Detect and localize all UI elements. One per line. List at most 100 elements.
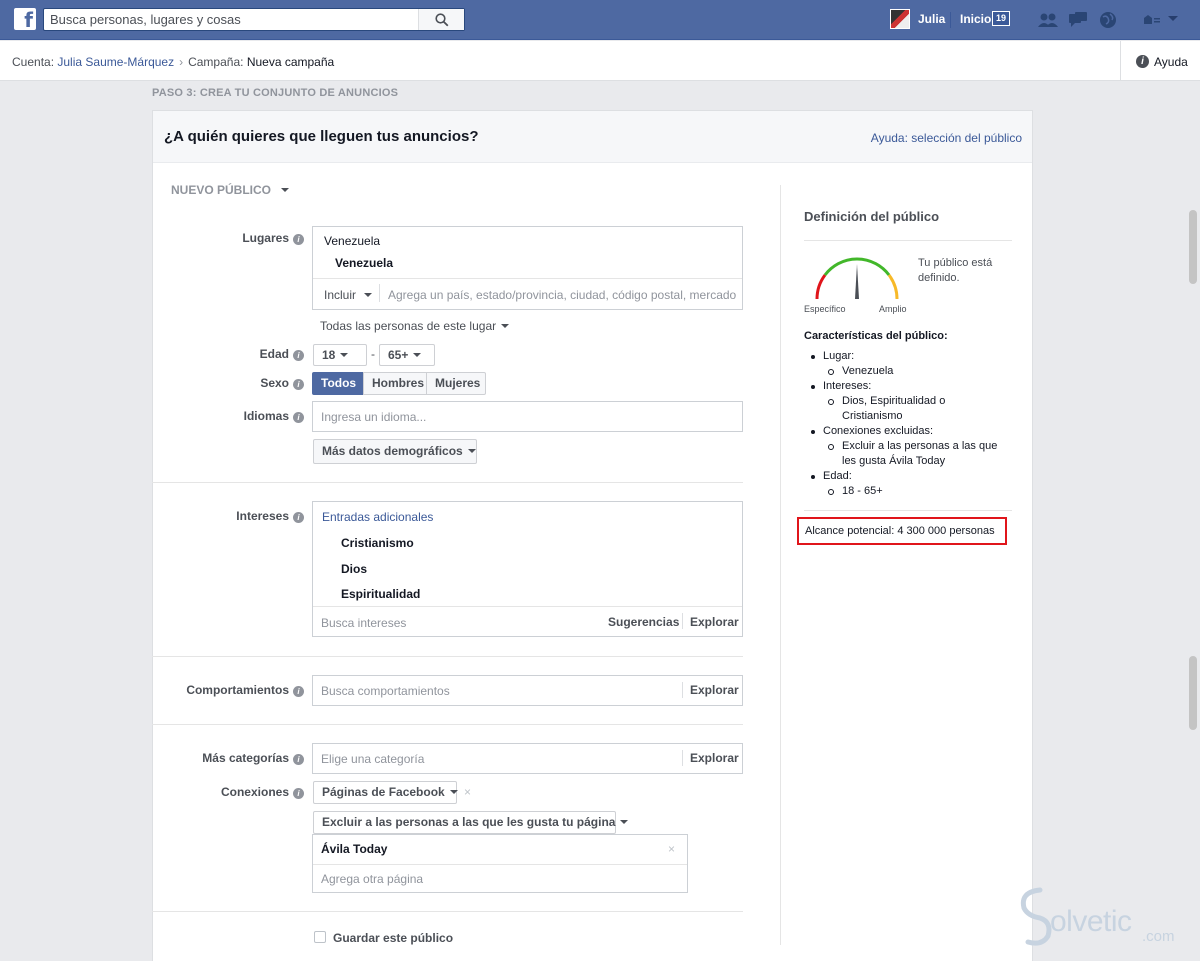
characteristic-label: Lugar: <box>823 350 855 362</box>
interests-suggestions-button[interactable]: Sugerencias <box>608 615 679 629</box>
gender-all-button[interactable]: Todos <box>312 372 363 395</box>
notifications-globe-icon[interactable] <box>1097 10 1119 30</box>
home-link[interactable]: Inicio <box>960 12 991 26</box>
behaviors-search-input[interactable]: Busca comportamientos <box>321 684 450 698</box>
age-separator: - <box>371 347 375 361</box>
age-min-value: 18 <box>322 348 336 362</box>
location-people-filter-dropdown[interactable]: Todas las personas de este lugar <box>320 319 510 333</box>
scrollbar-thumb[interactable] <box>1189 656 1197 730</box>
scrollbar-thumb[interactable] <box>1189 210 1197 284</box>
chevron-down-icon <box>281 188 290 192</box>
gender-women-button[interactable]: Mujeres <box>426 372 486 395</box>
more-categories-select[interactable]: Elige una categoría <box>321 752 424 766</box>
breadcrumb-campaign-name: Nueva campaña <box>246 55 335 69</box>
location-selected-item[interactable]: Venezuela <box>335 256 393 270</box>
remove-page-close-icon[interactable]: × <box>668 842 675 856</box>
potential-reach-highlight: Alcance potencial: 4 300 000 personas <box>797 517 1007 545</box>
connection-page-item[interactable]: Ávila Today <box>321 842 387 856</box>
vertical-divider <box>682 613 683 629</box>
connections-exclude-dropdown[interactable]: Excluir a las personas a las que les gus… <box>313 811 629 834</box>
breadcrumb-account-link[interactable]: Julia Saume-Márquez <box>57 55 174 69</box>
interests-header-link[interactable]: Entradas adicionales <box>322 510 433 524</box>
locations-label: Lugares i <box>200 231 304 245</box>
search-icon <box>435 13 449 27</box>
age-max-value: 65+ <box>388 348 409 362</box>
breadcrumb-bar: Cuenta: Julia Saume-Márquez › Campaña: Nue… <box>0 41 1200 81</box>
search-input[interactable] <box>50 12 420 27</box>
age-min-dropdown[interactable]: 18 <box>313 344 367 366</box>
more-categories-label: Más categorías i <box>150 751 304 765</box>
audience-help-link[interactable]: Ayuda: selección del público <box>871 131 1022 145</box>
chevron-down-icon <box>449 790 458 794</box>
potential-reach-text: Alcance potencial: 4 300 000 personas <box>805 525 995 537</box>
info-icon[interactable]: i <box>293 788 304 799</box>
interests-browse-button[interactable]: Explorar <box>690 615 739 629</box>
help-icon: i <box>1136 55 1149 68</box>
search-box <box>43 8 465 31</box>
more-demographics-button[interactable]: Más datos demográficos <box>313 439 477 464</box>
facebook-logo-icon[interactable]: f <box>14 8 36 30</box>
save-audience-label[interactable]: Guardar este público <box>333 931 453 945</box>
step-label: PASO 3: CREA TU CONJUNTO DE ANUNCIOS <box>152 87 399 99</box>
characteristic-value: Excluir a las personas a las que les gus… <box>823 439 1018 469</box>
audience-characteristics-title: Características del público: <box>804 330 948 342</box>
more-categories-box: Elige una categoría Explorar <box>312 743 743 774</box>
profile-link[interactable]: Julia <box>918 12 945 26</box>
interests-label: Intereses i <box>200 509 304 523</box>
pages-divider <box>313 864 687 865</box>
info-icon[interactable]: i <box>293 754 304 765</box>
connections-type-dropdown[interactable]: Páginas de Facebook <box>313 781 458 804</box>
audience-dropdown[interactable]: NUEVO PÚBLICO <box>171 183 290 197</box>
more-categories-label-text: Más categorías <box>202 751 289 765</box>
age-label-text: Edad <box>259 347 289 361</box>
info-icon[interactable]: i <box>293 234 304 245</box>
user-avatar[interactable] <box>890 9 910 29</box>
info-icon[interactable]: i <box>293 350 304 361</box>
age-max-dropdown[interactable]: 65+ <box>379 344 435 366</box>
audience-dropdown-label: NUEVO PÚBLICO <box>171 183 272 197</box>
behaviors-label: Comportamientos i <box>150 683 304 697</box>
location-search-input[interactable]: Agrega un país, estado/provincia, ciudad… <box>388 288 738 302</box>
interest-item[interactable]: Dios <box>341 562 367 576</box>
gender-men-button[interactable]: Hombres <box>363 372 427 395</box>
search-button[interactable] <box>418 9 464 30</box>
gauge-specific-label: Específico <box>804 304 846 314</box>
friend-requests-icon[interactable] <box>1037 10 1059 30</box>
age-label: Edad i <box>200 347 304 361</box>
messages-icon[interactable] <box>1067 10 1089 30</box>
audience-characteristics-list: Lugar: Venezuela Intereses: Dios, Espiri… <box>808 349 1018 499</box>
account-menu-chevron-down-icon[interactable] <box>1168 16 1178 21</box>
interest-item[interactable]: Espiritualidad <box>341 587 420 601</box>
vertical-divider <box>682 682 683 698</box>
chevron-down-icon <box>620 820 629 824</box>
info-icon[interactable]: i <box>293 686 304 697</box>
help-button[interactable]: i Ayuda <box>1120 41 1200 81</box>
top-navigation-bar: f Julia Inicio 19 <box>0 0 1200 40</box>
panel-title: ¿A quién quieres que lleguen tus anuncio… <box>164 128 479 145</box>
gender-label: Sexo i <box>200 376 304 390</box>
interest-item[interactable]: Cristianismo <box>341 536 414 550</box>
include-dropdown[interactable]: Incluir <box>324 288 373 302</box>
breadcrumb-account-prefix: Cuenta: <box>12 55 55 69</box>
home-notification-badge: 19 <box>992 11 1011 26</box>
info-icon[interactable]: i <box>293 379 304 390</box>
privacy-shortcuts-icon[interactable] <box>1140 10 1162 30</box>
behaviors-browse-button[interactable]: Explorar <box>690 683 739 697</box>
interests-search-input[interactable]: Busca intereses <box>321 616 406 630</box>
include-dropdown-label: Incluir <box>324 288 357 302</box>
remove-connection-close-icon[interactable]: × <box>464 785 471 799</box>
languages-placeholder: Ingresa un idioma... <box>321 410 427 424</box>
connections-pages-box: Ávila Today × Agrega otra página <box>312 834 688 893</box>
characteristic-label: Intereses: <box>823 380 872 392</box>
characteristic-value: Venezuela <box>823 364 1018 379</box>
more-categories-browse-button[interactable]: Explorar <box>690 751 739 765</box>
add-page-input[interactable]: Agrega otra página <box>321 872 423 886</box>
languages-label-text: Idiomas <box>243 409 289 423</box>
breadcrumb: Cuenta: Julia Saume-Márquez › Campaña: Nue… <box>12 55 334 69</box>
info-icon[interactable]: i <box>293 512 304 523</box>
info-icon[interactable]: i <box>293 412 304 423</box>
chevron-down-icon <box>340 353 349 357</box>
connections-label-text: Conexiones <box>220 785 289 799</box>
languages-input[interactable]: Ingresa un idioma... <box>312 401 743 432</box>
save-audience-checkbox[interactable] <box>314 931 326 943</box>
